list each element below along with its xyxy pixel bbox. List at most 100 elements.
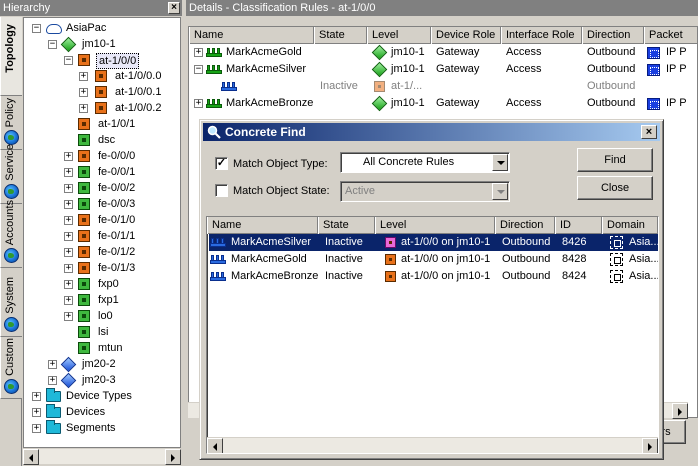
- interface-icon: [78, 342, 90, 354]
- tree-node[interactable]: + fxp1: [24, 292, 180, 308]
- expand-icon[interactable]: +: [64, 248, 73, 257]
- expand-icon[interactable]: +: [32, 392, 41, 401]
- expand-icon[interactable]: +: [64, 264, 73, 273]
- match-object-state-checkbox[interactable]: [215, 184, 228, 197]
- result-row[interactable]: MarkAcmeBronze Inactive at-1/0/0 on jm10-1…: [209, 268, 658, 285]
- expand-icon[interactable]: +: [79, 72, 88, 81]
- details-scroll-right-button[interactable]: [672, 403, 688, 419]
- collapse-icon[interactable]: −: [32, 24, 41, 33]
- hierarchy-close-icon[interactable]: ×: [168, 2, 180, 14]
- expand-icon[interactable]: +: [64, 152, 73, 161]
- tree-node[interactable]: − AsiaPac: [24, 20, 180, 36]
- tree-node[interactable]: + fe-0/0/2: [24, 180, 180, 196]
- tree-node[interactable]: + jm20-3: [24, 372, 180, 389]
- tree-node[interactable]: lsi: [24, 324, 180, 340]
- tab-custom[interactable]: Custom: [0, 337, 22, 399]
- tree-node[interactable]: dsc: [24, 132, 180, 148]
- concrete-find-dialog: Concrete Find × ✓ Match Object Type: All…: [199, 119, 664, 460]
- expand-icon[interactable]: +: [48, 376, 57, 385]
- tree-node[interactable]: + fe-0/0/3: [24, 196, 180, 212]
- tab-accounts[interactable]: Accounts: [0, 200, 22, 268]
- expand-icon[interactable]: +: [48, 360, 57, 369]
- details-row[interactable]: + MarkAcmeGold jm10-1 Gateway Access Outbound…: [189, 44, 697, 61]
- expand-icon[interactable]: +: [64, 200, 73, 209]
- collapse-icon[interactable]: −: [194, 65, 203, 74]
- tree-node[interactable]: − jm10-1: [24, 36, 180, 53]
- results-column-header[interactable]: Level: [375, 217, 495, 234]
- tree-node[interactable]: + at-1/0/0.1: [24, 84, 180, 100]
- tree-node[interactable]: + Device Types: [24, 388, 180, 404]
- tree-node[interactable]: + fe-0/1/3: [24, 260, 180, 276]
- tree-node[interactable]: + Segments: [24, 420, 180, 436]
- expand-icon[interactable]: +: [64, 296, 73, 305]
- tree-node[interactable]: + fxp0: [24, 276, 180, 292]
- expand-icon[interactable]: +: [194, 48, 203, 57]
- tab-topology[interactable]: Topology: [0, 17, 22, 96]
- find-button[interactable]: Find: [577, 148, 653, 172]
- expand-icon[interactable]: +: [64, 168, 73, 177]
- chevron-down-icon[interactable]: [492, 183, 508, 200]
- panel-splitter[interactable]: [182, 0, 186, 466]
- details-column-header[interactable]: Device Role: [431, 27, 501, 44]
- match-object-type-checkbox[interactable]: ✓: [215, 157, 228, 170]
- tab-system[interactable]: System: [0, 268, 22, 337]
- results-column-header[interactable]: State: [318, 217, 375, 234]
- collapse-icon[interactable]: −: [48, 40, 57, 49]
- chevron-down-icon[interactable]: [492, 154, 508, 171]
- expand-icon[interactable]: +: [79, 104, 88, 113]
- results-horizontal-scrollbar[interactable]: [207, 437, 658, 453]
- results-scroll-right-button[interactable]: [642, 438, 658, 453]
- tab-service[interactable]: Service: [0, 144, 22, 204]
- details-row[interactable]: − MarkAcmeSilver jm10-1 Gateway Access Outbou…: [189, 61, 697, 78]
- collapse-icon[interactable]: −: [64, 56, 73, 65]
- tree-node[interactable]: mtun: [24, 340, 180, 356]
- tree-node[interactable]: at-1/0/1: [24, 116, 180, 132]
- expand-icon[interactable]: +: [32, 424, 41, 433]
- results-column-header[interactable]: Domain: [602, 217, 658, 234]
- details-cell-device-role: Gateway: [436, 46, 480, 58]
- expand-icon[interactable]: +: [32, 408, 41, 417]
- details-row[interactable]: + MarkAcmeBronze jm10-1 Gateway Access Outbou…: [189, 95, 697, 112]
- result-row[interactable]: MarkAcmeGold Inactive at-1/0/0 on jm10-1 Ou…: [209, 251, 658, 268]
- details-column-header[interactable]: Direction: [582, 27, 644, 44]
- details-column-header[interactable]: Interface Role: [501, 27, 582, 44]
- close-button[interactable]: Close: [577, 176, 653, 200]
- tree-scroll-left-button[interactable]: [23, 449, 39, 465]
- tree-node[interactable]: + fe-0/1/0: [24, 212, 180, 228]
- tree-node[interactable]: + fe-0/1/1: [24, 228, 180, 244]
- tree-horizontal-scrollbar[interactable]: [23, 448, 181, 465]
- expand-icon[interactable]: +: [194, 99, 203, 108]
- expand-icon[interactable]: +: [64, 232, 73, 241]
- results-column-header[interactable]: Direction: [495, 217, 555, 234]
- results-column-header[interactable]: Name: [207, 217, 318, 234]
- domain-icon: [610, 236, 623, 249]
- tree-node[interactable]: + fe-0/1/2: [24, 244, 180, 260]
- details-column-header[interactable]: State: [314, 27, 367, 44]
- results-column-header[interactable]: ID: [555, 217, 602, 234]
- tree-node[interactable]: + jm20-2: [24, 356, 180, 373]
- tree-node[interactable]: + at-1/0/0.2: [24, 100, 180, 116]
- details-column-header[interactable]: Name: [189, 27, 314, 44]
- expand-icon[interactable]: +: [64, 280, 73, 289]
- tree-node[interactable]: + lo0: [24, 308, 180, 324]
- tree-node[interactable]: + fe-0/0/1: [24, 164, 180, 180]
- tree-node[interactable]: + Devices: [24, 404, 180, 420]
- details-column-header[interactable]: Packet: [644, 27, 697, 44]
- match-object-state-select[interactable]: Active: [340, 181, 510, 202]
- details-cell-level: jm10-1: [391, 97, 425, 109]
- expand-icon[interactable]: +: [64, 184, 73, 193]
- tree-node[interactable]: + at-1/0/0.0: [24, 68, 180, 84]
- results-scroll-left-button[interactable]: [207, 438, 223, 453]
- tree-scroll-right-button[interactable]: [165, 449, 181, 465]
- tree-node[interactable]: + fe-0/0/0: [24, 148, 180, 164]
- expand-icon[interactable]: +: [79, 88, 88, 97]
- expand-icon[interactable]: +: [64, 312, 73, 321]
- tree-node[interactable]: − at-1/0/0: [24, 52, 180, 69]
- result-row[interactable]: MarkAcmeSilver Inactive at-1/0/0 on jm10-1…: [209, 234, 658, 251]
- match-object-type-select[interactable]: All Concrete Rules: [340, 152, 510, 173]
- expand-icon[interactable]: +: [64, 216, 73, 225]
- tab-policy[interactable]: Policy: [0, 96, 22, 150]
- details-row[interactable]: Inactive at-1/... Outbound: [189, 78, 697, 95]
- dialog-close-icon[interactable]: ×: [641, 125, 657, 139]
- details-column-header[interactable]: Level: [367, 27, 431, 44]
